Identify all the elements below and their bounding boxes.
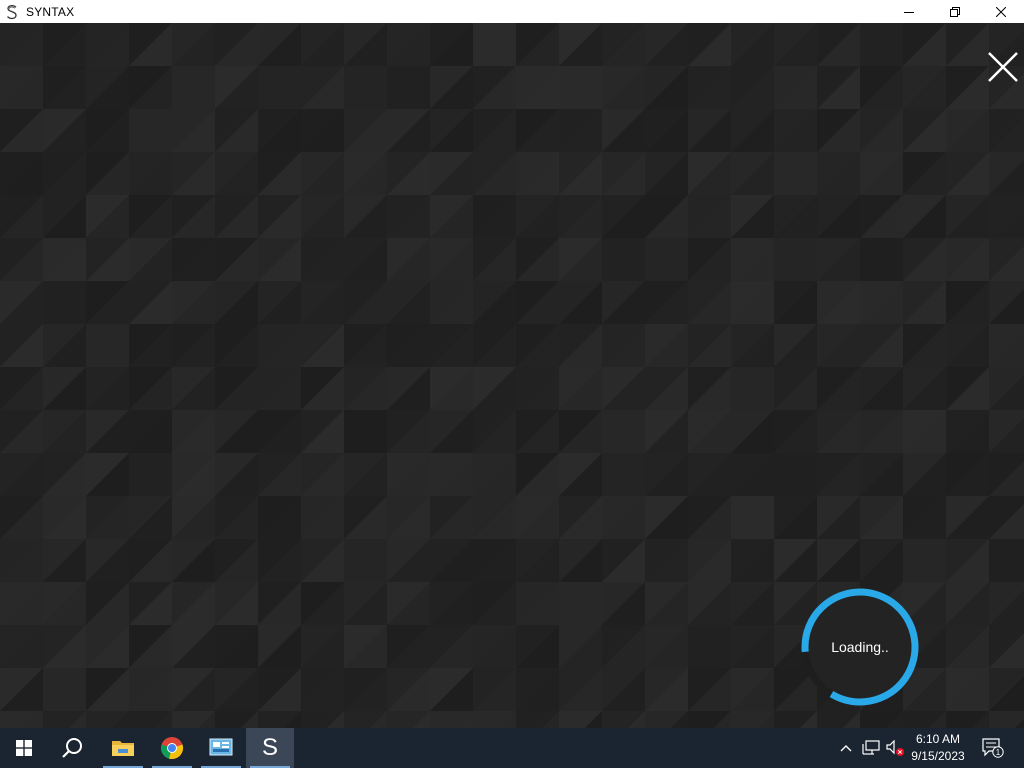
tray-volume[interactable] [884,728,906,768]
close-icon [988,52,1018,82]
loading-label: Loading.. [831,639,889,655]
control-panel-icon [209,738,233,756]
network-icon [862,740,880,755]
clock-time: 6:10 AM [915,732,961,746]
taskbar-chrome[interactable] [148,728,196,768]
windows-logo-icon [16,740,32,756]
splash-screen: Loading.. [0,23,1024,728]
taskbar-clock[interactable]: 6:10 AM 9/15/2023 [905,728,971,768]
window-close-button[interactable] [978,0,1024,23]
tray-network[interactable] [860,728,882,768]
window-title: SYNTAX [26,4,75,19]
taskbar: S 6:10 AM 9/15/2023 1 [0,728,1024,768]
chevron-up-icon [840,745,852,752]
taskbar-file-explorer[interactable] [99,728,147,768]
title-bar[interactable]: SYNTAX [0,0,1024,23]
search-button[interactable] [48,728,96,768]
app-window: SYNTAX Loading.. [0,0,1024,728]
taskbar-control-panel[interactable] [197,728,245,768]
clock-date: 9/15/2023 [911,749,965,763]
folder-icon [112,741,134,756]
notification-center-button[interactable]: 1 [978,728,1008,768]
syntax-s-icon: S [261,734,278,761]
splash-close-button[interactable] [986,50,1020,84]
volume-muted-icon [886,740,904,756]
start-button[interactable] [0,728,48,768]
window-controls [886,0,1024,23]
search-icon [62,738,82,758]
tray-overflow-button[interactable] [836,728,856,768]
minimize-icon [904,11,914,13]
loading-spinner: Loading.. [799,586,921,708]
restore-icon [950,6,960,17]
notification-count: 1 [996,748,1001,757]
syntax-s-icon [4,4,20,20]
restore-button[interactable] [932,0,978,23]
taskbar-syntax[interactable]: S [246,728,294,768]
notification-icon: 1 [982,738,1004,758]
chrome-icon [160,737,184,760]
close-icon [996,6,1006,17]
minimize-button[interactable] [886,0,932,23]
